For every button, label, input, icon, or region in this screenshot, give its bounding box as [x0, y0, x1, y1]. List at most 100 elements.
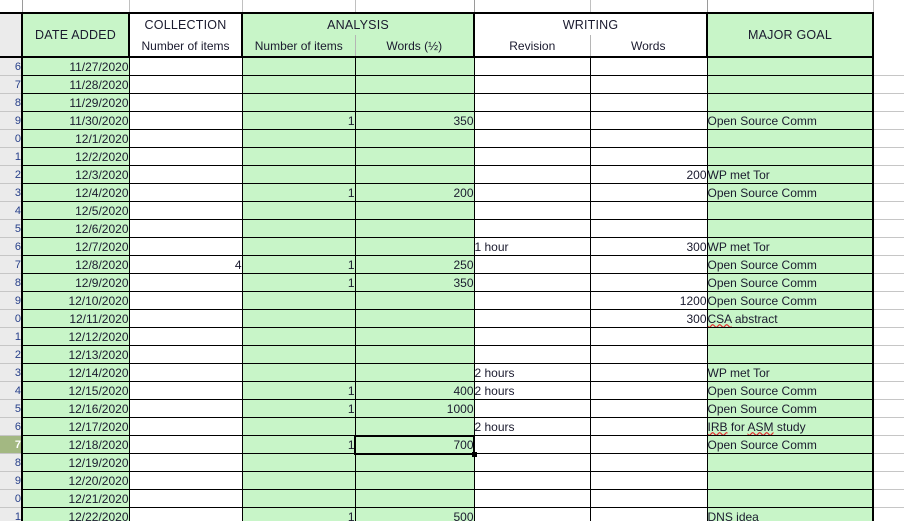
- table-row[interactable]: 8 12/19/2020: [0, 453, 904, 472]
- cell-collection-items[interactable]: [129, 489, 243, 508]
- cell-overflow[interactable]: [873, 75, 904, 94]
- cell-analysis-words[interactable]: [355, 417, 475, 436]
- row-header[interactable]: 9: [0, 471, 23, 490]
- cell-analysis-words[interactable]: [355, 147, 475, 166]
- cell-major-goal[interactable]: [707, 57, 874, 76]
- cell-overflow[interactable]: [873, 219, 904, 238]
- cell-collection-items[interactable]: [129, 129, 243, 148]
- cell-writing-revision[interactable]: 2 hours: [474, 381, 591, 400]
- cell-collection-items[interactable]: [129, 93, 243, 112]
- cell-major-goal[interactable]: [707, 201, 874, 220]
- cell-analysis-items[interactable]: [242, 129, 356, 148]
- cell-overflow[interactable]: [873, 399, 904, 418]
- cell-writing-words[interactable]: [590, 417, 708, 436]
- row-header[interactable]: 5: [0, 399, 23, 418]
- cell-analysis-words[interactable]: [355, 75, 475, 94]
- cell-analysis-words[interactable]: [355, 129, 475, 148]
- cell-writing-revision[interactable]: [474, 93, 591, 112]
- cell-overflow[interactable]: [873, 273, 904, 292]
- cell-collection-items[interactable]: [129, 381, 243, 400]
- table-row[interactable]: 1 12/12/2020: [0, 327, 904, 346]
- cell-analysis-items[interactable]: [242, 363, 356, 382]
- cell-writing-words[interactable]: [590, 129, 708, 148]
- cell-writing-revision[interactable]: [474, 471, 591, 490]
- cell-analysis-items[interactable]: [242, 237, 356, 256]
- row-header[interactable]: 6: [0, 417, 23, 436]
- cell-analysis-items[interactable]: [242, 345, 356, 364]
- cell-collection-items[interactable]: [129, 363, 243, 382]
- row-header[interactable]: 3: [0, 183, 23, 202]
- cell-writing-revision[interactable]: [474, 183, 591, 202]
- cell-collection-items[interactable]: [129, 345, 243, 364]
- cell-analysis-items[interactable]: [242, 327, 356, 346]
- row-header[interactable]: 0: [0, 489, 23, 508]
- cell-collection-items[interactable]: [129, 327, 243, 346]
- cell-analysis-items[interactable]: 1: [242, 183, 356, 202]
- cell-major-goal[interactable]: Open Source Comm: [707, 183, 874, 202]
- cell-date-added[interactable]: 12/12/2020: [21, 327, 130, 346]
- row-header[interactable]: 7: [0, 255, 23, 274]
- row-header[interactable]: 1: [0, 507, 23, 521]
- cell-analysis-items[interactable]: [242, 147, 356, 166]
- cell-writing-words[interactable]: [590, 489, 708, 508]
- cell-analysis-items[interactable]: 1: [242, 273, 356, 292]
- cell-collection-items[interactable]: [129, 453, 243, 472]
- cell-analysis-words[interactable]: 350: [355, 273, 475, 292]
- cell-overflow[interactable]: [873, 327, 904, 346]
- cell-writing-words[interactable]: [590, 57, 708, 76]
- cell-collection-items[interactable]: [129, 183, 243, 202]
- cell-major-goal[interactable]: Open Source Comm: [707, 291, 874, 310]
- cell-date-added[interactable]: 12/17/2020: [21, 417, 130, 436]
- cell-analysis-items[interactable]: [242, 57, 356, 76]
- cell-major-goal[interactable]: [707, 327, 874, 346]
- table-row[interactable]: 0 12/11/2020 300 CSA abstract: [0, 309, 904, 328]
- table-row[interactable]: 8 12/9/2020 1 350 Open Source Comm: [0, 273, 904, 292]
- row-header[interactable]: 2: [0, 165, 23, 184]
- cell-overflow[interactable]: [873, 183, 904, 202]
- cell-collection-items[interactable]: [129, 399, 243, 418]
- cell-collection-items[interactable]: [129, 201, 243, 220]
- cell-writing-words[interactable]: [590, 201, 708, 220]
- cell-writing-revision[interactable]: [474, 345, 591, 364]
- table-row[interactable]: 7 12/8/2020 4 1 250 Open Source Comm: [0, 255, 904, 274]
- cell-writing-revision[interactable]: [474, 57, 591, 76]
- cell-date-added[interactable]: 12/3/2020: [21, 165, 130, 184]
- table-row[interactable]: 0 12/1/2020: [0, 129, 904, 148]
- cell-major-goal[interactable]: [707, 129, 874, 148]
- cell-collection-items[interactable]: [129, 75, 243, 94]
- table-row[interactable]: 0 12/21/2020: [0, 489, 904, 508]
- cell-writing-words[interactable]: [590, 255, 708, 274]
- cell-writing-revision[interactable]: [474, 453, 591, 472]
- cell-analysis-items[interactable]: [242, 93, 356, 112]
- cell-writing-words[interactable]: [590, 363, 708, 382]
- cell-collection-items[interactable]: [129, 273, 243, 292]
- cell-writing-revision[interactable]: [474, 273, 591, 292]
- row-header[interactable]: 5: [0, 219, 23, 238]
- cell-date-added[interactable]: 12/15/2020: [21, 381, 130, 400]
- spreadsheet-grid[interactable]: DATE ADDED COLLECTION ANALYSIS WRITING MAJOR…: [0, 0, 904, 521]
- table-row[interactable]: 1 12/2/2020: [0, 147, 904, 166]
- table-row[interactable]: 6 12/7/2020 1 hour 300 WP met Tor: [0, 237, 904, 256]
- cell-writing-revision[interactable]: [474, 489, 591, 508]
- cell-major-goal[interactable]: IRB for ASM study: [707, 417, 874, 436]
- subheader-analysis-words[interactable]: Words (½): [355, 35, 475, 58]
- cell-overflow[interactable]: [873, 93, 904, 112]
- cell-collection-items[interactable]: [129, 165, 243, 184]
- cell-analysis-items[interactable]: [242, 291, 356, 310]
- cell-major-goal[interactable]: Open Source Comm: [707, 435, 874, 454]
- cell-date-added[interactable]: 11/27/2020: [21, 57, 130, 76]
- cell-writing-revision[interactable]: [474, 129, 591, 148]
- cell-date-added[interactable]: 12/6/2020: [21, 219, 130, 238]
- cell-overflow[interactable]: [873, 165, 904, 184]
- cell-collection-items[interactable]: [129, 435, 243, 454]
- cell-analysis-words[interactable]: 200: [355, 183, 475, 202]
- cell-writing-revision[interactable]: [474, 165, 591, 184]
- cell-overflow[interactable]: [873, 291, 904, 310]
- table-row[interactable]: 9 12/20/2020: [0, 471, 904, 490]
- row-header[interactable]: 1: [0, 327, 23, 346]
- cell-major-goal[interactable]: [707, 75, 874, 94]
- cell-writing-words[interactable]: [590, 471, 708, 490]
- cell-major-goal[interactable]: [707, 219, 874, 238]
- header-collection[interactable]: COLLECTION: [129, 12, 243, 35]
- cell-writing-revision[interactable]: 2 hours: [474, 417, 591, 436]
